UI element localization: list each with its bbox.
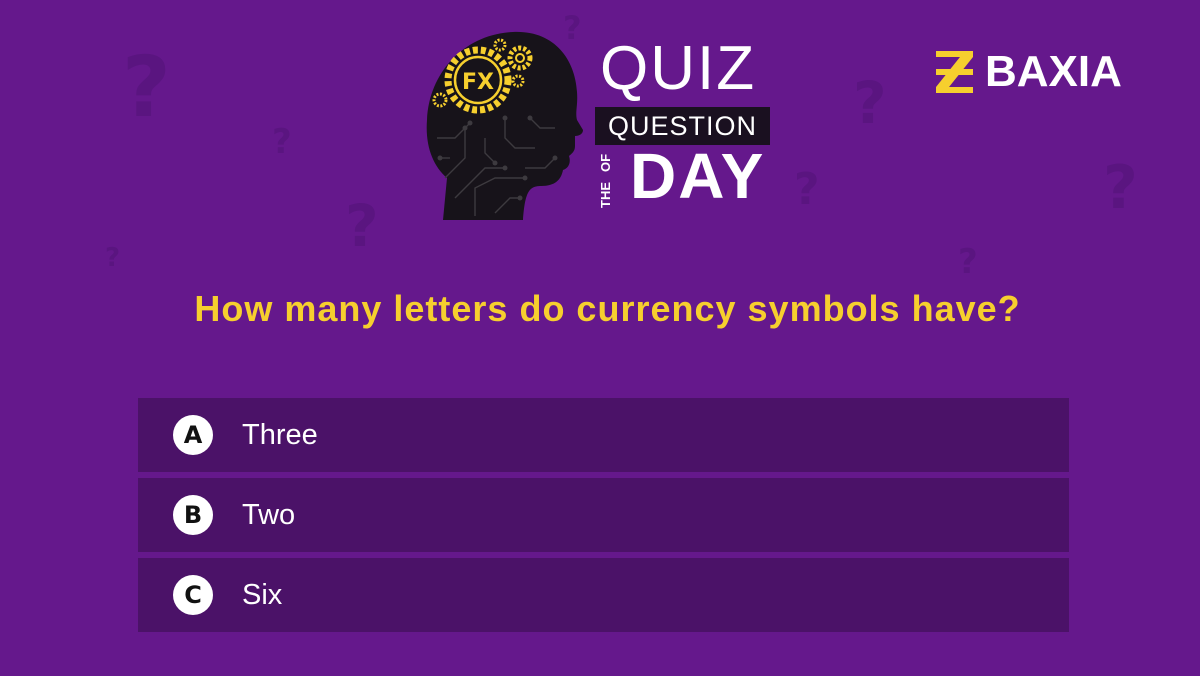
fx-badge-text: FX [462, 70, 494, 95]
answer-list: A Three B Two C Six [138, 398, 1069, 638]
brand-name: BAXIA [985, 47, 1122, 96]
decor-question-mark-icon: ? [1103, 153, 1138, 223]
of-the-label: OF THE [598, 150, 620, 208]
decor-question-mark-icon: ? [853, 69, 887, 137]
brain-gears-head-icon: FX [426, 31, 583, 220]
decor-question-mark-icon: ? [105, 243, 121, 273]
the-text: THE [598, 182, 613, 208]
decor-question-mark-icon: ? [345, 192, 379, 260]
answer-text: Six [242, 578, 283, 611]
answer-option-a[interactable]: A Three [138, 398, 1069, 472]
answer-option-c[interactable]: C Six [138, 558, 1069, 632]
answer-option-b[interactable]: B Two [138, 478, 1069, 552]
answer-letter-badge: B [173, 495, 213, 535]
decor-question-mark-icon: ? [794, 164, 820, 215]
decor-question-mark-icon: ? [272, 122, 292, 162]
brand-logo: BAXIA [936, 50, 1122, 94]
quiz-title: QUIZ [600, 34, 757, 103]
decor-question-mark-icon: ? [958, 242, 978, 282]
answer-text: Three [242, 418, 318, 451]
answer-letter-badge: A [173, 415, 213, 455]
quiz-question: How many letters do currency symbols hav… [194, 288, 1021, 329]
answer-text: Two [242, 498, 296, 531]
baxia-logo-icon [936, 51, 973, 93]
of-text: OF [598, 153, 613, 172]
day-title: DAY [630, 140, 766, 212]
answer-letter-badge: C [173, 575, 213, 615]
decor-question-mark-icon: ? [122, 38, 171, 136]
